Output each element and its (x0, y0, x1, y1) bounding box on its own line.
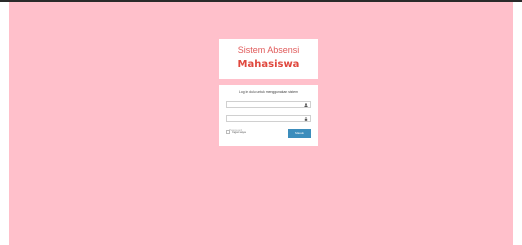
login-page: Sistem Absensi Mahasiswa Log in dulu unt… (9, 2, 513, 245)
username-field (226, 101, 311, 119)
remember-me-label: Ingat saya (232, 130, 246, 134)
password-field (226, 115, 311, 133)
remember-me[interactable]: Ingat saya (226, 129, 246, 135)
login-logo-box: Sistem Absensi Mahasiswa (219, 39, 318, 79)
app-title-line1: Sistem Absensi (237, 45, 300, 55)
sign-in-button[interactable]: Masuk (288, 129, 311, 138)
user-icon (304, 103, 308, 107)
login-box-message: Log in dulu untuk menggunakan sistem (239, 90, 298, 94)
lock-icon (304, 117, 308, 121)
remember-me-checkbox[interactable] (226, 130, 230, 134)
login-form-box: Log in dulu untuk menggunakan sistem Ing… (219, 85, 318, 146)
app-title-line2: Mahasiswa (237, 59, 300, 70)
